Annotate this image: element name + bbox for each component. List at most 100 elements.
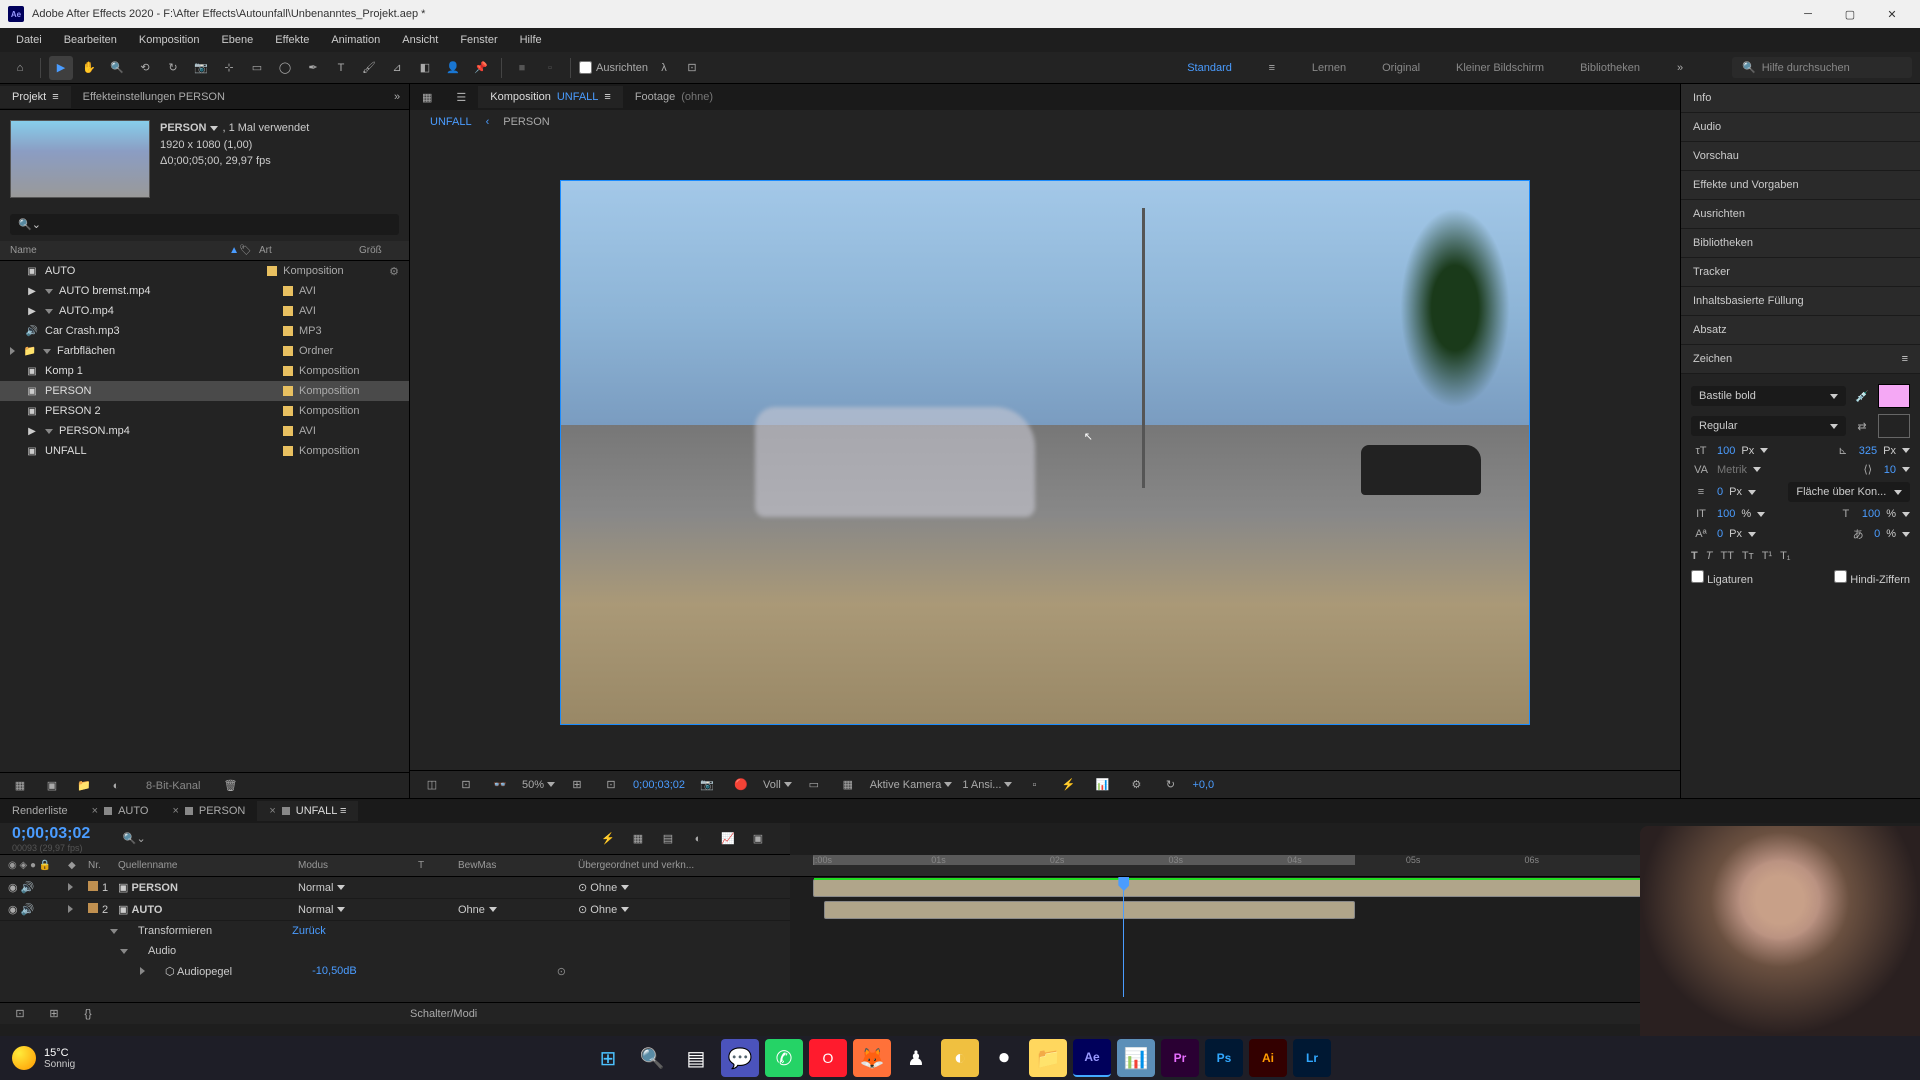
panel-audio[interactable]: Audio — [1681, 113, 1920, 142]
teams-icon[interactable]: 💬 — [721, 1039, 759, 1077]
whatsapp-icon[interactable]: ✆ — [765, 1039, 803, 1077]
toggle-switches-icon[interactable]: ⊡ — [8, 1002, 32, 1026]
stroke-color-swatch[interactable] — [1878, 414, 1910, 438]
timeline-layer[interactable]: ◉ 🔊1▣ PERSONNormal ⊙ Ohne — [0, 877, 790, 899]
hand-tool-icon[interactable]: ✋ — [77, 56, 101, 80]
panel-preview[interactable]: Vorschau — [1681, 142, 1920, 171]
panel-info[interactable]: Info — [1681, 84, 1920, 113]
menu-ebene[interactable]: Ebene — [211, 31, 263, 49]
roto-tool-icon[interactable]: 👤 — [441, 56, 465, 80]
camera-dropdown[interactable]: Aktive Kamera — [870, 779, 953, 791]
marker-icon[interactable]: ☰ — [444, 86, 478, 109]
tab-overflow-icon[interactable]: » — [385, 85, 409, 109]
timeline-property[interactable]: ⬡ Audiopegel-10,50dB⊙ — [0, 961, 790, 981]
start-icon[interactable]: ⊞ — [589, 1039, 627, 1077]
dropdown-icon[interactable] — [210, 126, 218, 131]
toggle-inout-icon[interactable]: {} — [76, 1002, 100, 1026]
superscript-button[interactable]: T¹ — [1762, 550, 1772, 562]
home-tool-icon[interactable]: ⌂ — [8, 56, 32, 80]
tracking-value[interactable]: 10 — [1884, 464, 1896, 476]
panel-paragraph[interactable]: Absatz — [1681, 316, 1920, 345]
workspace-standard[interactable]: Standard — [1179, 58, 1240, 78]
font-size-value[interactable]: 100 — [1717, 445, 1735, 457]
stroke-width-value[interactable]: 0 — [1717, 486, 1723, 498]
tab-composition[interactable]: Komposition UNFALL ≡ — [478, 86, 623, 108]
workspace-klein[interactable]: Kleiner Bildschirm — [1448, 58, 1552, 78]
snap-toggle-icon[interactable]: ⊡ — [680, 56, 704, 80]
project-item[interactable]: 📁FarbflächenOrdner — [0, 341, 409, 361]
channel-icon[interactable]: 🔴 — [729, 773, 753, 797]
tab-effect-controls[interactable]: Effekteinstellungen PERSON — [71, 86, 237, 108]
puppet-tool-icon[interactable]: 📌 — [469, 56, 493, 80]
orbit-tool-icon[interactable]: ⟲ — [133, 56, 157, 80]
stroke-icon[interactable]: ▫ — [538, 56, 562, 80]
menu-animation[interactable]: Animation — [321, 31, 390, 49]
shy-icon[interactable]: ⚡ — [596, 827, 620, 851]
mask-icon[interactable]: ⊡ — [454, 773, 478, 797]
camera-tool-icon[interactable]: 📷 — [189, 56, 213, 80]
timeline-property[interactable]: TransformierenZurück — [0, 921, 790, 941]
workspace-menu-icon[interactable]: ≡ — [1260, 56, 1284, 80]
alpha-icon[interactable]: ◫ — [420, 773, 444, 797]
snap-options-icon[interactable]: λ — [652, 56, 676, 80]
rect-tool-icon[interactable]: ▭ — [245, 56, 269, 80]
workspace-original[interactable]: Original — [1374, 58, 1428, 78]
motion-blur-icon[interactable]: ◐ — [686, 827, 710, 851]
glasses-icon[interactable]: 👓 — [488, 773, 512, 797]
weather-widget[interactable]: 15°C Sonnig — [12, 1046, 75, 1070]
panel-character[interactable]: Zeichen≡ — [1681, 345, 1920, 374]
project-list[interactable]: ▣AUTOKomposition⚙▶AUTO bremst.mp4AVI▶AUT… — [0, 261, 409, 772]
timeline-icon[interactable]: 📊 — [1090, 773, 1114, 797]
font-style-dropdown[interactable]: Regular — [1691, 416, 1846, 436]
menu-effekte[interactable]: Effekte — [265, 31, 319, 49]
panel-tracker[interactable]: Tracker — [1681, 258, 1920, 287]
project-item[interactable]: 🔊Car Crash.mp3MP3 — [0, 321, 409, 341]
hscale-value[interactable]: 100 — [1862, 508, 1880, 520]
panel-libraries[interactable]: Bibliotheken — [1681, 229, 1920, 258]
hindi-checkbox[interactable]: Hindi-Ziffern — [1834, 570, 1910, 586]
timeline-tab[interactable]: Renderliste — [0, 801, 80, 821]
firefox-icon[interactable]: 🦊 — [853, 1039, 891, 1077]
brainstorm-icon[interactable]: ▣ — [746, 827, 770, 851]
explorer-icon[interactable]: 📁 — [1029, 1039, 1067, 1077]
bpc-label[interactable]: 8-Bit-Kanal — [146, 780, 200, 792]
tag-icon[interactable]: 🏷 — [239, 245, 252, 256]
panel-effects[interactable]: Effekte und Vorgaben — [1681, 171, 1920, 200]
illustrator-icon[interactable]: Ai — [1249, 1039, 1287, 1077]
lightroom-icon[interactable]: Lr — [1293, 1039, 1331, 1077]
app2-icon[interactable]: ◐ — [941, 1039, 979, 1077]
fill-icon[interactable]: ■ — [510, 56, 534, 80]
font-family-dropdown[interactable]: Bastile bold — [1691, 386, 1846, 406]
subtab-unfall[interactable]: UNFALL — [430, 116, 472, 128]
tsume-value[interactable]: 0 — [1874, 528, 1880, 540]
help-search[interactable]: 🔍 Hilfe durchsuchen — [1732, 57, 1912, 78]
rotate-tool-icon[interactable]: ↻ — [161, 56, 185, 80]
swap-icon[interactable]: ⇄ — [1852, 420, 1872, 433]
interpret-icon[interactable]: ▦ — [8, 774, 32, 798]
frame-blend-icon[interactable]: ▤ — [656, 827, 680, 851]
workspace-bib[interactable]: Bibliotheken — [1572, 58, 1648, 78]
menu-bearbeiten[interactable]: Bearbeiten — [54, 31, 127, 49]
zoom-tool-icon[interactable]: 🔍 — [105, 56, 129, 80]
transparency-icon[interactable]: ▦ — [836, 773, 860, 797]
minimize-button[interactable]: ─ — [1788, 0, 1828, 28]
project-item[interactable]: ▣Komp 1Komposition — [0, 361, 409, 381]
premiere-icon[interactable]: Pr — [1161, 1039, 1199, 1077]
italic-button[interactable]: T — [1706, 550, 1713, 562]
fill-color-swatch[interactable] — [1878, 384, 1910, 408]
snap-checkbox[interactable]: Ausrichten — [579, 61, 648, 74]
allcaps-button[interactable]: TT — [1720, 550, 1733, 562]
flowchart-view-icon[interactable]: ⚙ — [1124, 773, 1148, 797]
layer-2-bar[interactable] — [824, 901, 1355, 919]
pen-tool-icon[interactable]: ✒ — [301, 56, 325, 80]
brush-tool-icon[interactable]: 🖌 — [357, 56, 381, 80]
timeline-tab[interactable]: × AUTO — [80, 801, 161, 821]
kerning-value[interactable]: Metrik — [1717, 464, 1747, 476]
roi-icon[interactable]: ▭ — [802, 773, 826, 797]
project-item[interactable]: ▶AUTO.mp4AVI — [0, 301, 409, 321]
tab-project[interactable]: Projekt ≡ — [0, 86, 71, 108]
maximize-button[interactable]: ▢ — [1830, 0, 1870, 28]
selection-tool-icon[interactable]: ▶ — [49, 56, 73, 80]
views-dropdown[interactable]: 1 Ansi... — [962, 779, 1012, 791]
bold-button[interactable]: T — [1691, 550, 1698, 562]
